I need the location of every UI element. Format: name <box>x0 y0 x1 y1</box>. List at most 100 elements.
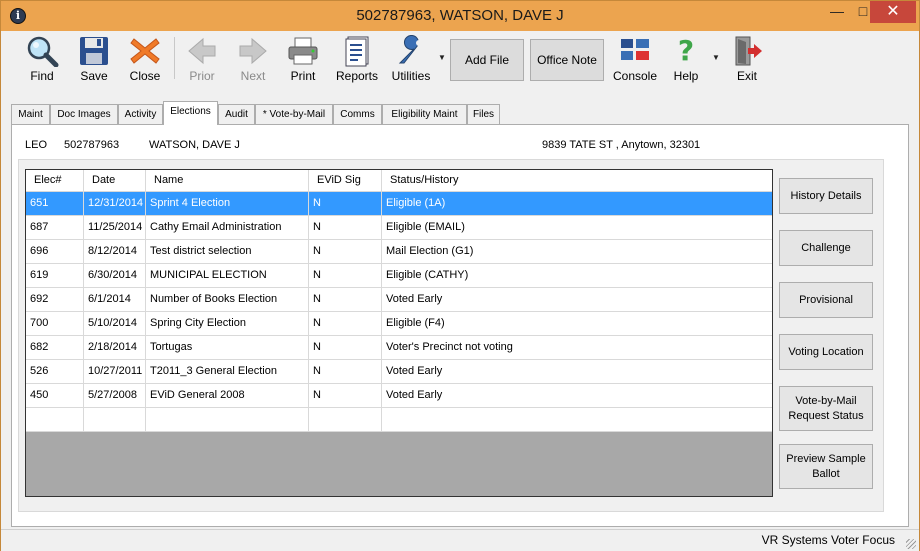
voter-name: WATSON, DAVE J <box>149 139 240 151</box>
cell-status-history: Voted Early <box>386 365 443 377</box>
minimize-button[interactable]: — <box>824 1 850 23</box>
print-button[interactable]: Print <box>283 31 323 84</box>
table-row[interactable]: 696 8/12/2014 Test district selection N Mail… <box>26 240 772 264</box>
cell-name: Number of Books Election <box>146 288 309 311</box>
exit-button[interactable]: Exit <box>727 31 767 84</box>
window-title: 502787963, WATSON, DAVE J <box>356 7 564 24</box>
tab-maint[interactable]: Maint <box>11 104 50 124</box>
close-window-button[interactable]: ✕ <box>870 1 916 23</box>
preview-sample-ballot-button[interactable]: Preview Sample Ballot <box>779 444 873 489</box>
column-header-status-history[interactable]: Status/History <box>382 170 772 191</box>
table-row[interactable] <box>26 408 772 432</box>
cell-elec: 682 <box>26 336 84 359</box>
cell-date: 10/27/2011 <box>84 360 146 383</box>
cell-name: MUNICIPAL ELECTION <box>146 264 309 287</box>
save-button[interactable]: Save <box>74 31 114 84</box>
cell-name: EViD General 2008 <box>146 384 309 407</box>
table-row[interactable]: 687 11/25/2014 Cathy Email Administration N… <box>26 216 772 240</box>
vote-by-mail-request-status-button[interactable]: Vote-by-Mail Request Status <box>779 386 873 431</box>
status-bar-text: VR Systems Voter Focus <box>761 533 895 547</box>
voting-location-button[interactable]: Voting Location <box>779 334 873 370</box>
table-row[interactable]: 526 10/27/2011 T2011_3 General Election N Vo… <box>26 360 772 384</box>
help-button[interactable]: ? Help <box>666 31 706 84</box>
tab-doc-images[interactable]: Doc Images <box>50 104 118 124</box>
next-button[interactable]: Next <box>233 31 273 84</box>
cell-elec: 526 <box>26 360 84 383</box>
cell-date: 11/25/2014 <box>84 216 146 239</box>
printer-icon <box>286 35 320 67</box>
cell-date: 8/12/2014 <box>84 240 146 263</box>
cell-evid-sig: N <box>309 264 382 287</box>
cell-status-history: Eligible (EMAIL) <box>386 221 465 233</box>
cell-date: 2/18/2014 <box>84 336 146 359</box>
column-header-name[interactable]: Name <box>146 170 309 191</box>
add-file-button[interactable]: Add File <box>450 39 524 81</box>
tab-elections[interactable]: Elections <box>163 101 218 125</box>
cell-elec: 450 <box>26 384 84 407</box>
find-button[interactable]: Find <box>22 31 62 84</box>
tab-audit[interactable]: Audit <box>218 104 255 124</box>
cell-evid-sig: N <box>309 216 382 239</box>
elections-grid[interactable]: Elec# Date Name EViD Sig Status/History … <box>25 169 773 497</box>
tab-activity[interactable]: Activity <box>118 104 163 124</box>
wrench-icon <box>394 35 428 67</box>
magnifier-icon <box>25 35 59 68</box>
table-row[interactable]: 651 12/31/2014 Sprint 4 Election N Eligible … <box>26 192 772 216</box>
cell-name: Tortugas <box>146 336 309 359</box>
main-window: i 502787963, WATSON, DAVE J — □ ✕ Find S… <box>0 0 920 551</box>
office-note-button[interactable]: Office Note <box>530 39 604 81</box>
reports-button[interactable]: Reports <box>333 31 381 84</box>
resize-grip-icon[interactable] <box>906 539 916 549</box>
utilities-button[interactable]: Utilities <box>388 31 434 84</box>
console-tiles-icon <box>618 35 652 67</box>
toolbar-separator <box>174 37 175 79</box>
cell-name: Sprint 4 Election <box>146 192 309 215</box>
cell-elec: 687 <box>26 216 84 239</box>
cell-name: T2011_3 General Election <box>146 360 309 383</box>
cell-status-history: Eligible (1A) <box>386 197 446 209</box>
utilities-dropdown-icon[interactable]: ▼ <box>438 53 446 62</box>
table-row[interactable]: 450 5/27/2008 EViD General 2008 N Voted Earl… <box>26 384 772 408</box>
cell-evid-sig: N <box>309 288 382 311</box>
svg-text:?: ? <box>678 35 694 67</box>
title-bar[interactable]: i 502787963, WATSON, DAVE J — □ ✕ <box>1 1 919 31</box>
cell-date <box>84 408 146 431</box>
table-row[interactable]: 700 5/10/2014 Spring City Election N Eligibl… <box>26 312 772 336</box>
prior-button[interactable]: Prior <box>182 31 222 84</box>
column-header-date[interactable]: Date <box>84 170 146 191</box>
tab-files[interactable]: Files <box>467 104 500 124</box>
grid-header: Elec# Date Name EViD Sig Status/History <box>26 170 772 192</box>
console-button[interactable]: Console <box>612 31 658 84</box>
tab-eligibility-maint[interactable]: Eligibility Maint <box>382 104 467 124</box>
cell-evid-sig: N <box>309 384 382 407</box>
history-details-button[interactable]: History Details <box>779 178 873 214</box>
provisional-button[interactable]: Provisional <box>779 282 873 318</box>
close-record-button[interactable]: Close <box>125 31 165 84</box>
cell-evid-sig: N <box>309 192 382 215</box>
table-row[interactable]: 682 2/18/2014 Tortugas N Voter's Precinct no… <box>26 336 772 360</box>
voter-address: 9839 TATE ST , Anytown, 32301 <box>542 139 701 151</box>
arrow-right-icon <box>236 35 270 67</box>
table-row[interactable]: 692 6/1/2014 Number of Books Election N Vote… <box>26 288 772 312</box>
help-dropdown-icon[interactable]: ▼ <box>712 53 720 62</box>
cell-name: Test district selection <box>146 240 309 263</box>
exit-door-icon <box>730 35 764 67</box>
cell-status-history: Mail Election (G1) <box>386 245 474 257</box>
column-header-evid-sig[interactable]: EViD Sig <box>309 170 382 191</box>
help-question-icon: ? <box>669 34 703 67</box>
tab-comms[interactable]: Comms <box>333 104 382 124</box>
cell-date: 6/30/2014 <box>84 264 146 287</box>
column-header-elec[interactable]: Elec# <box>26 170 84 191</box>
cell-status-history: Voted Early <box>386 389 443 401</box>
cell-status-history: Eligible (F4) <box>386 317 445 329</box>
challenge-button[interactable]: Challenge <box>779 230 873 266</box>
cell-status-history: Voted Early <box>386 293 443 305</box>
close-x-icon <box>128 35 162 67</box>
cell-elec: 696 <box>26 240 84 263</box>
tab-vote-by-mail[interactable]: * Vote-by-Mail <box>255 104 333 124</box>
cell-date: 5/27/2008 <box>84 384 146 407</box>
cell-evid-sig: N <box>309 312 382 335</box>
arrow-left-icon <box>185 35 219 67</box>
voter-id: 502787963 <box>64 139 120 151</box>
table-row[interactable]: 619 6/30/2014 MUNICIPAL ELECTION N Eligible … <box>26 264 772 288</box>
